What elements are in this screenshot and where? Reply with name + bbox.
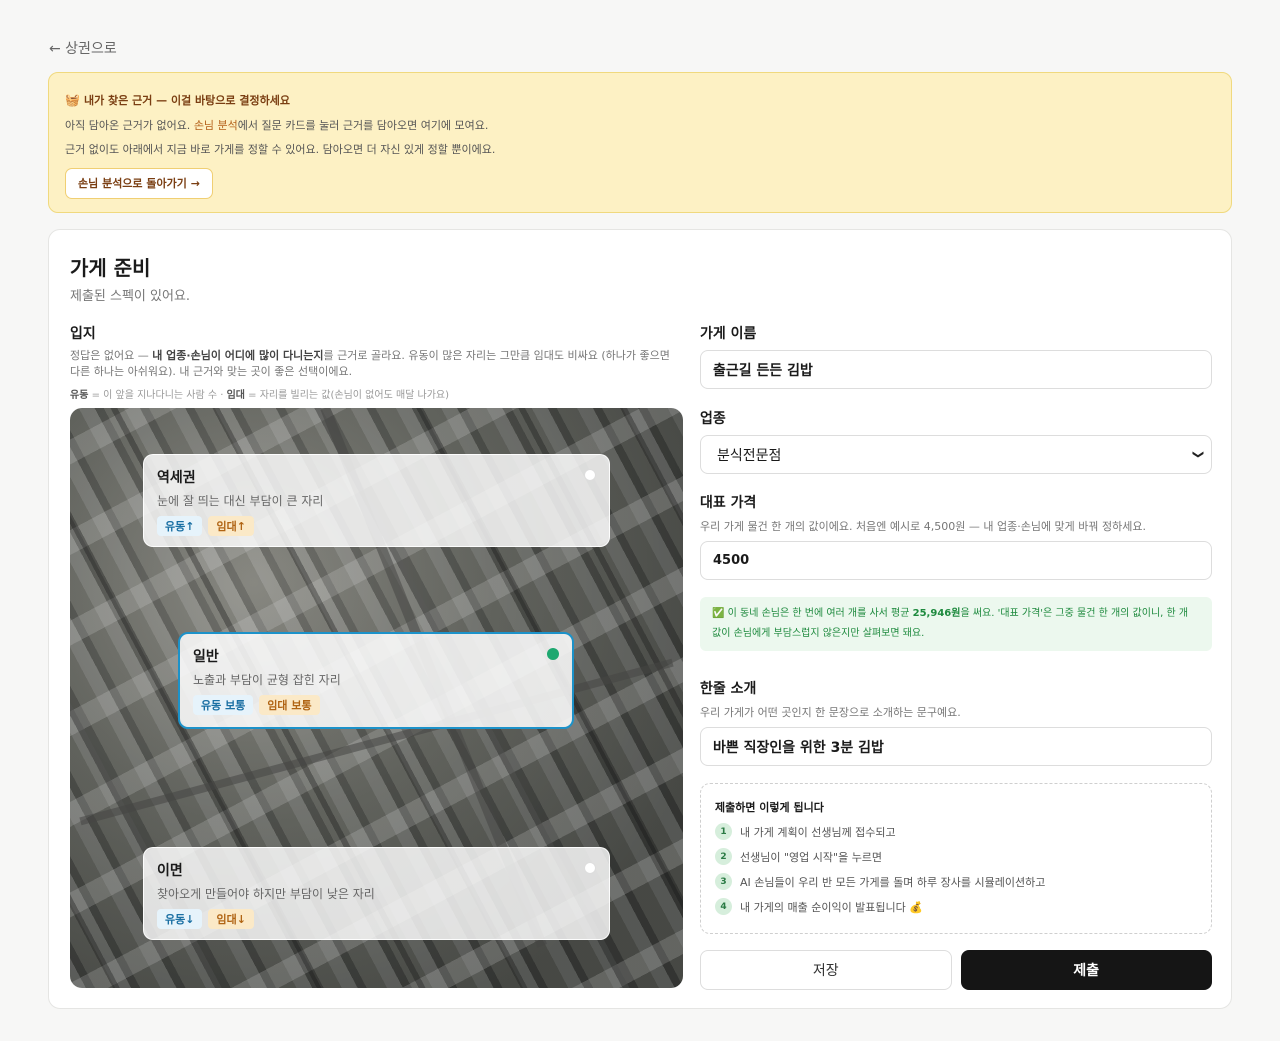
rent-badge: 임대↓ <box>208 909 254 929</box>
evidence-panel: 🧺 내가 찾은 근거 — 이걸 바탕으로 결정하세요 아직 담아온 근거가 없어… <box>48 72 1232 213</box>
category-value: 분식전문점 <box>717 447 782 464</box>
page-title: 가게 준비 <box>70 256 151 280</box>
store-prep-card: 가게 준비 제출된 스펙이 있어요. 입지 정답은 없어요 — 내 업종·손님이… <box>48 229 1232 1009</box>
step-item: 4 내 가게의 매출 순이익이 발표됩니다 💰 <box>715 898 1197 915</box>
step-text: 내 가게의 매출 순이익이 발표됩니다 💰 <box>740 900 923 914</box>
evidence-header: 🧺 내가 찾은 근거 — 이걸 바탕으로 결정하세요 <box>65 92 1215 108</box>
step-item: 3 AI 손님들이 우리 반 모든 가게를 돌며 하루 장사를 시뮬레이션하고 <box>715 873 1197 890</box>
evidence-line-2: 근거 없이도 아래에서 지금 바로 가게를 정할 수 있어요. 담아오면 더 자… <box>65 143 496 156</box>
evidence-title: 내가 찾은 근거 — 이걸 바탕으로 결정하세요 <box>83 94 290 107</box>
step-item: 2 선생님이 "영업 시작"을 누르면 <box>715 848 1197 865</box>
price-notice: ✅ 이 동네 손님은 한 번에 여러 개를 사서 평균 25,946원을 써요.… <box>700 597 1212 651</box>
aerial-map: 역세권 눈에 잘 띄는 대신 부담이 큰 자리 유동↑ 임대↑ 일반 노출과 부… <box>70 408 683 988</box>
step-text: 선생님이 "영업 시작"을 누르면 <box>740 850 883 864</box>
location-legend: 유동 = 이 앞을 지나다니는 사람 수 · 임대 = 자리를 빌리는 값(손님… <box>70 386 449 401</box>
flow-badge: 유동↓ <box>157 909 203 929</box>
location-desc-bold: 내 업종·손님이 어디에 많이 다니는지 <box>152 349 324 362</box>
zone-radio-selected[interactable] <box>547 648 559 660</box>
price-input[interactable]: 4500 <box>700 541 1212 580</box>
intro-input[interactable]: 바쁜 직장인을 위한 3분 김밥 <box>700 727 1212 766</box>
store-form: 가게 이름 출근길 든든 김밥 업종 분식전문점 ❯ 대표 가격 우리 가게 물… <box>700 323 1212 990</box>
legend-rent-key: 임대 <box>226 390 245 401</box>
store-name-label: 가게 이름 <box>700 326 757 342</box>
zone-description: 찾아오게 만들어야 하지만 부담이 낮은 자리 <box>157 887 375 901</box>
submit-steps-box: 제출하면 이렇게 됩니다 1 내 가게 계획이 선생님께 접수되고 2 선생님이 "… <box>700 783 1212 934</box>
evidence-line-1-b: 에서 질문 카드를 눌러 근거를 담아오면 여기에 모여요. <box>237 119 489 132</box>
page-subtitle: 제출된 스펙이 있어요. <box>70 289 191 304</box>
step-text: AI 손님들이 우리 반 모든 가게를 돌며 하루 장사를 시뮬레이션하고 <box>740 875 1046 889</box>
zone-radio[interactable] <box>584 469 596 481</box>
save-button[interactable]: 저장 <box>700 950 952 990</box>
step-number: 1 <box>715 823 732 840</box>
back-to-customer-analysis-button[interactable]: 손님 분석으로 돌아가기 → <box>65 168 213 199</box>
category-select[interactable]: 분식전문점 ❯ <box>700 435 1212 474</box>
evidence-line-1: 아직 담아온 근거가 없어요. 손님 분석에서 질문 카드를 눌러 근거를 담아… <box>65 117 1215 133</box>
zone-name: 일반 <box>193 649 219 665</box>
zone-name: 역세권 <box>157 470 196 486</box>
zone-name: 이면 <box>157 863 183 879</box>
rent-badge: 임대↑ <box>208 516 254 536</box>
back-to-district-link[interactable]: ← 상권으로 <box>49 38 117 58</box>
step-item: 1 내 가게 계획이 선생님께 접수되고 <box>715 823 1197 840</box>
customer-analysis-link[interactable]: 손님 분석 <box>194 119 238 132</box>
zone-general[interactable]: 일반 노출과 부담이 균형 잡힌 자리 유동 보통 임대 보통 <box>178 632 574 729</box>
store-name-input[interactable]: 출근길 든든 김밥 <box>700 350 1212 389</box>
zone-back-street[interactable]: 이면 찾아오게 만들어야 하지만 부담이 낮은 자리 유동↓ 임대↓ <box>143 847 610 940</box>
step-number: 4 <box>715 898 732 915</box>
legend-rent-text: = 자리를 빌리는 값(손님이 없어도 매달 나가요) <box>245 390 450 401</box>
flow-badge: 유동↑ <box>157 516 203 536</box>
location-description: 정답은 없어요 — 내 업종·손님이 어디에 많이 다니는지를 근거로 골라요.… <box>70 348 680 380</box>
notice-average-spend: 25,946원 <box>912 608 961 619</box>
step-text: 내 가게 계획이 선생님께 접수되고 <box>740 825 896 839</box>
location-desc-a: 정답은 없어요 — <box>70 349 153 362</box>
price-hint: 우리 가게 물건 한 개의 값이에요. 처음엔 예시로 4,500원 — 내 업… <box>700 520 1147 533</box>
price-label: 대표 가격 <box>700 495 757 511</box>
legend-flow-text: = 이 앞을 지나다니는 사람 수 · <box>88 390 227 401</box>
submit-button[interactable]: 제출 <box>960 950 1212 990</box>
flow-badge: 유동 보통 <box>193 695 254 715</box>
rent-badge: 임대 보통 <box>259 695 320 715</box>
zone-station-area[interactable]: 역세권 눈에 잘 띄는 대신 부담이 큰 자리 유동↑ 임대↑ <box>143 454 610 547</box>
notice-text-a: ✅ 이 동네 손님은 한 번에 여러 개를 사서 평균 <box>712 608 913 619</box>
basket-icon: 🧺 <box>65 93 80 107</box>
zone-description: 노출과 부담이 균형 잡힌 자리 <box>193 673 341 687</box>
step-number: 2 <box>715 848 732 865</box>
intro-label: 한줄 소개 <box>700 681 757 697</box>
legend-flow-key: 유동 <box>70 390 89 401</box>
steps-title: 제출하면 이렇게 됩니다 <box>715 801 824 814</box>
intro-hint: 우리 가게가 어떤 곳인지 한 문장으로 소개하는 문구예요. <box>700 706 961 719</box>
step-number: 3 <box>715 873 732 890</box>
zone-radio[interactable] <box>584 862 596 874</box>
evidence-line-1-a: 아직 담아온 근거가 없어요. <box>65 119 194 132</box>
chevron-down-icon: ❯ <box>1191 449 1205 460</box>
zone-description: 눈에 잘 띄는 대신 부담이 큰 자리 <box>157 494 324 508</box>
category-label: 업종 <box>700 411 726 427</box>
location-label: 입지 <box>70 326 96 342</box>
